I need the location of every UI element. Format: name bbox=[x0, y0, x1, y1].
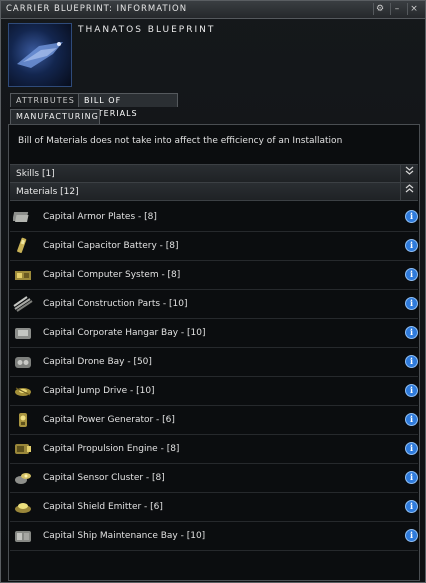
list-item[interactable]: Capital Power Generator - [6] i bbox=[10, 406, 418, 435]
materials-group-label: Materials [12] bbox=[16, 187, 79, 197]
info-icon[interactable]: i bbox=[405, 268, 418, 281]
blueprint-header: THANATOS BLUEPRINT bbox=[1, 19, 425, 89]
info-icon[interactable]: i bbox=[405, 355, 418, 368]
material-label: Capital Power Generator - [6] bbox=[43, 415, 175, 425]
armor-plates-icon bbox=[12, 208, 33, 226]
capacitor-battery-icon bbox=[13, 237, 33, 255]
hangar-bay-icon bbox=[13, 324, 33, 342]
material-label: Capital Capacitor Battery - [8] bbox=[43, 241, 179, 251]
materials-group-header[interactable]: Materials [12] bbox=[10, 182, 418, 201]
material-label: Capital Sensor Cluster - [8] bbox=[43, 473, 165, 483]
power-generator-icon bbox=[13, 411, 33, 429]
materials-list: Capital Armor Plates - [8] i Capital Cap… bbox=[10, 203, 418, 551]
list-item[interactable]: Capital Sensor Cluster - [8] i bbox=[10, 464, 418, 493]
material-label: Capital Ship Maintenance Bay - [10] bbox=[43, 531, 206, 541]
list-item[interactable]: Capital Capacitor Battery - [8] i bbox=[10, 232, 418, 261]
info-icon[interactable]: i bbox=[405, 442, 418, 455]
list-item[interactable]: Capital Jump Drive - [10] i bbox=[10, 377, 418, 406]
bill-of-materials-panel: Bill of Materials does not take into aff… bbox=[8, 124, 420, 581]
info-icon[interactable]: i bbox=[405, 239, 418, 252]
skills-group-header[interactable]: Skills [1] bbox=[10, 164, 418, 183]
drone-bay-icon bbox=[13, 353, 33, 371]
computer-system-icon bbox=[13, 266, 33, 284]
material-label: Capital Construction Parts - [10] bbox=[43, 299, 188, 309]
info-icon[interactable]: i bbox=[405, 210, 418, 223]
window-title: CARRIER BLUEPRINT: INFORMATION bbox=[6, 4, 188, 14]
info-icon[interactable]: i bbox=[405, 529, 418, 542]
list-item[interactable]: Capital Computer System - [8] i bbox=[10, 261, 418, 290]
propulsion-engine-icon bbox=[13, 440, 33, 458]
tab-attributes[interactable]: ATTRIBUTES bbox=[10, 93, 84, 107]
list-item[interactable]: Capital Corporate Hangar Bay - [10] i bbox=[10, 319, 418, 348]
material-label: Capital Shield Emitter - [6] bbox=[43, 502, 163, 512]
material-label: Capital Drone Bay - [50] bbox=[43, 357, 152, 367]
skills-group-label: Skills [1] bbox=[16, 169, 55, 179]
pin-button[interactable]: ⚙ bbox=[373, 3, 386, 15]
efficiency-note: Bill of Materials does not take into aff… bbox=[18, 136, 343, 146]
tab-manufacturing[interactable]: MANUFACTURING bbox=[10, 109, 100, 124]
info-icon[interactable]: i bbox=[405, 413, 418, 426]
title-bar[interactable]: CARRIER BLUEPRINT: INFORMATION ⚙ – × bbox=[1, 1, 425, 19]
chevron-down-icon[interactable] bbox=[400, 165, 418, 182]
list-item[interactable]: Capital Armor Plates - [8] i bbox=[10, 203, 418, 232]
blueprint-info-window: CARRIER BLUEPRINT: INFORMATION ⚙ – × THA… bbox=[0, 0, 426, 583]
info-icon[interactable]: i bbox=[405, 500, 418, 513]
material-label: Capital Computer System - [8] bbox=[43, 270, 181, 280]
material-label: Capital Propulsion Engine - [8] bbox=[43, 444, 180, 454]
list-item[interactable]: Capital Propulsion Engine - [8] i bbox=[10, 435, 418, 464]
tab-bill-of-materials[interactable]: BILL OF MATERIALS bbox=[78, 93, 178, 118]
material-label: Capital Corporate Hangar Bay - [10] bbox=[43, 328, 206, 338]
info-icon[interactable]: i bbox=[405, 326, 418, 339]
blueprint-name: THANATOS BLUEPRINT bbox=[78, 25, 216, 35]
info-icon[interactable]: i bbox=[405, 471, 418, 484]
list-item[interactable]: Capital Construction Parts - [10] i bbox=[10, 290, 418, 319]
maintenance-bay-icon bbox=[13, 527, 33, 545]
sensor-cluster-icon bbox=[13, 469, 33, 487]
minimize-button[interactable]: – bbox=[390, 3, 403, 15]
construction-parts-icon bbox=[13, 295, 33, 313]
material-label: Capital Armor Plates - [8] bbox=[43, 212, 157, 222]
info-icon[interactable]: i bbox=[405, 297, 418, 310]
list-item[interactable]: Capital Shield Emitter - [6] i bbox=[10, 493, 418, 522]
list-item[interactable]: Capital Ship Maintenance Bay - [10] i bbox=[10, 522, 418, 551]
ship-thumbnail-icon bbox=[8, 23, 72, 87]
list-item[interactable]: Capital Drone Bay - [50] i bbox=[10, 348, 418, 377]
chevron-up-icon[interactable] bbox=[400, 183, 418, 200]
shield-emitter-icon bbox=[13, 498, 33, 516]
material-label: Capital Jump Drive - [10] bbox=[43, 386, 155, 396]
close-button[interactable]: × bbox=[407, 3, 420, 15]
info-icon[interactable]: i bbox=[405, 384, 418, 397]
jump-drive-icon bbox=[13, 382, 33, 400]
